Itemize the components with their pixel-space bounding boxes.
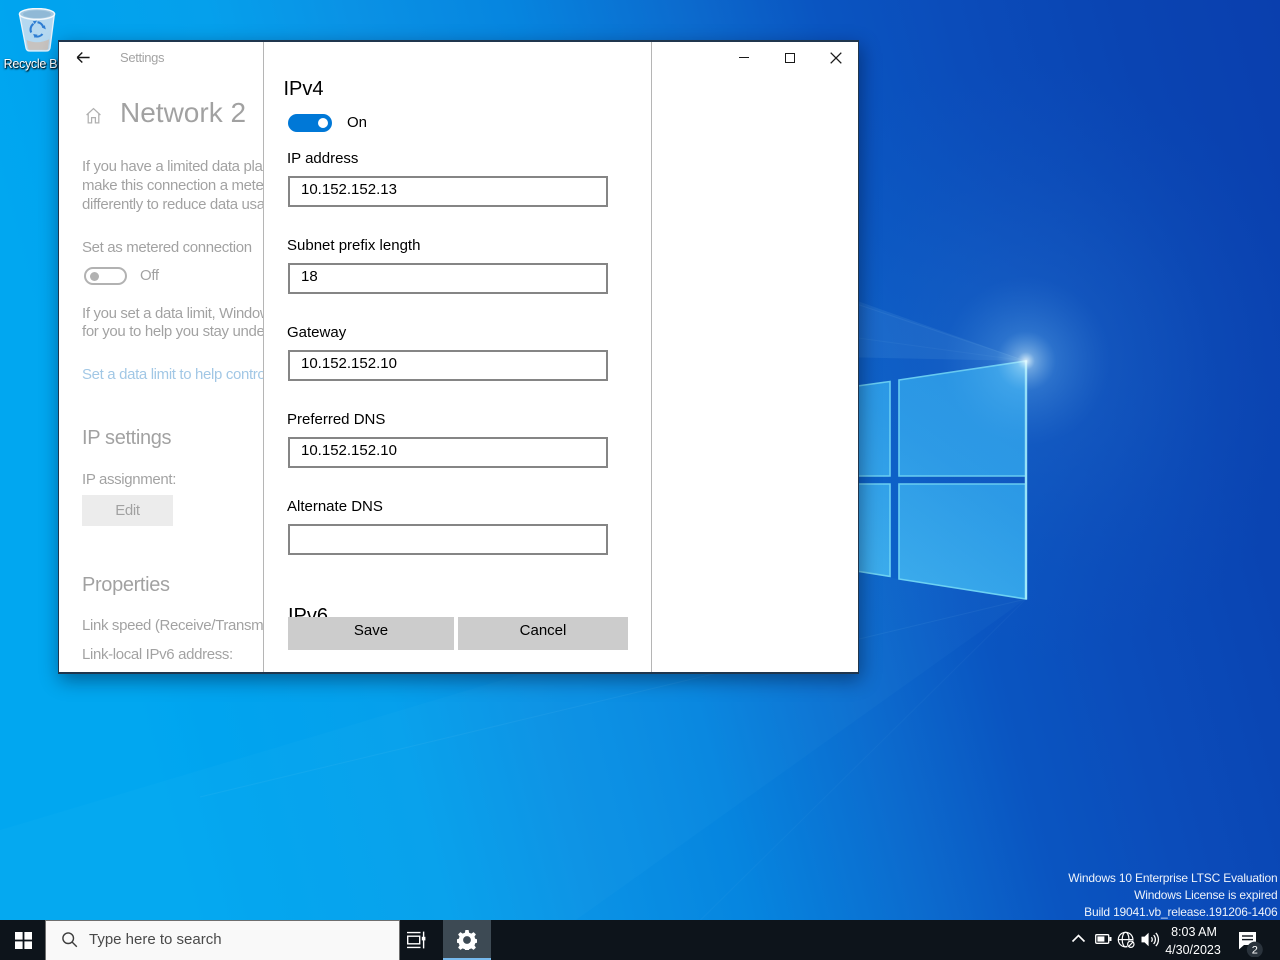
- svg-text:2: 2: [1252, 945, 1258, 957]
